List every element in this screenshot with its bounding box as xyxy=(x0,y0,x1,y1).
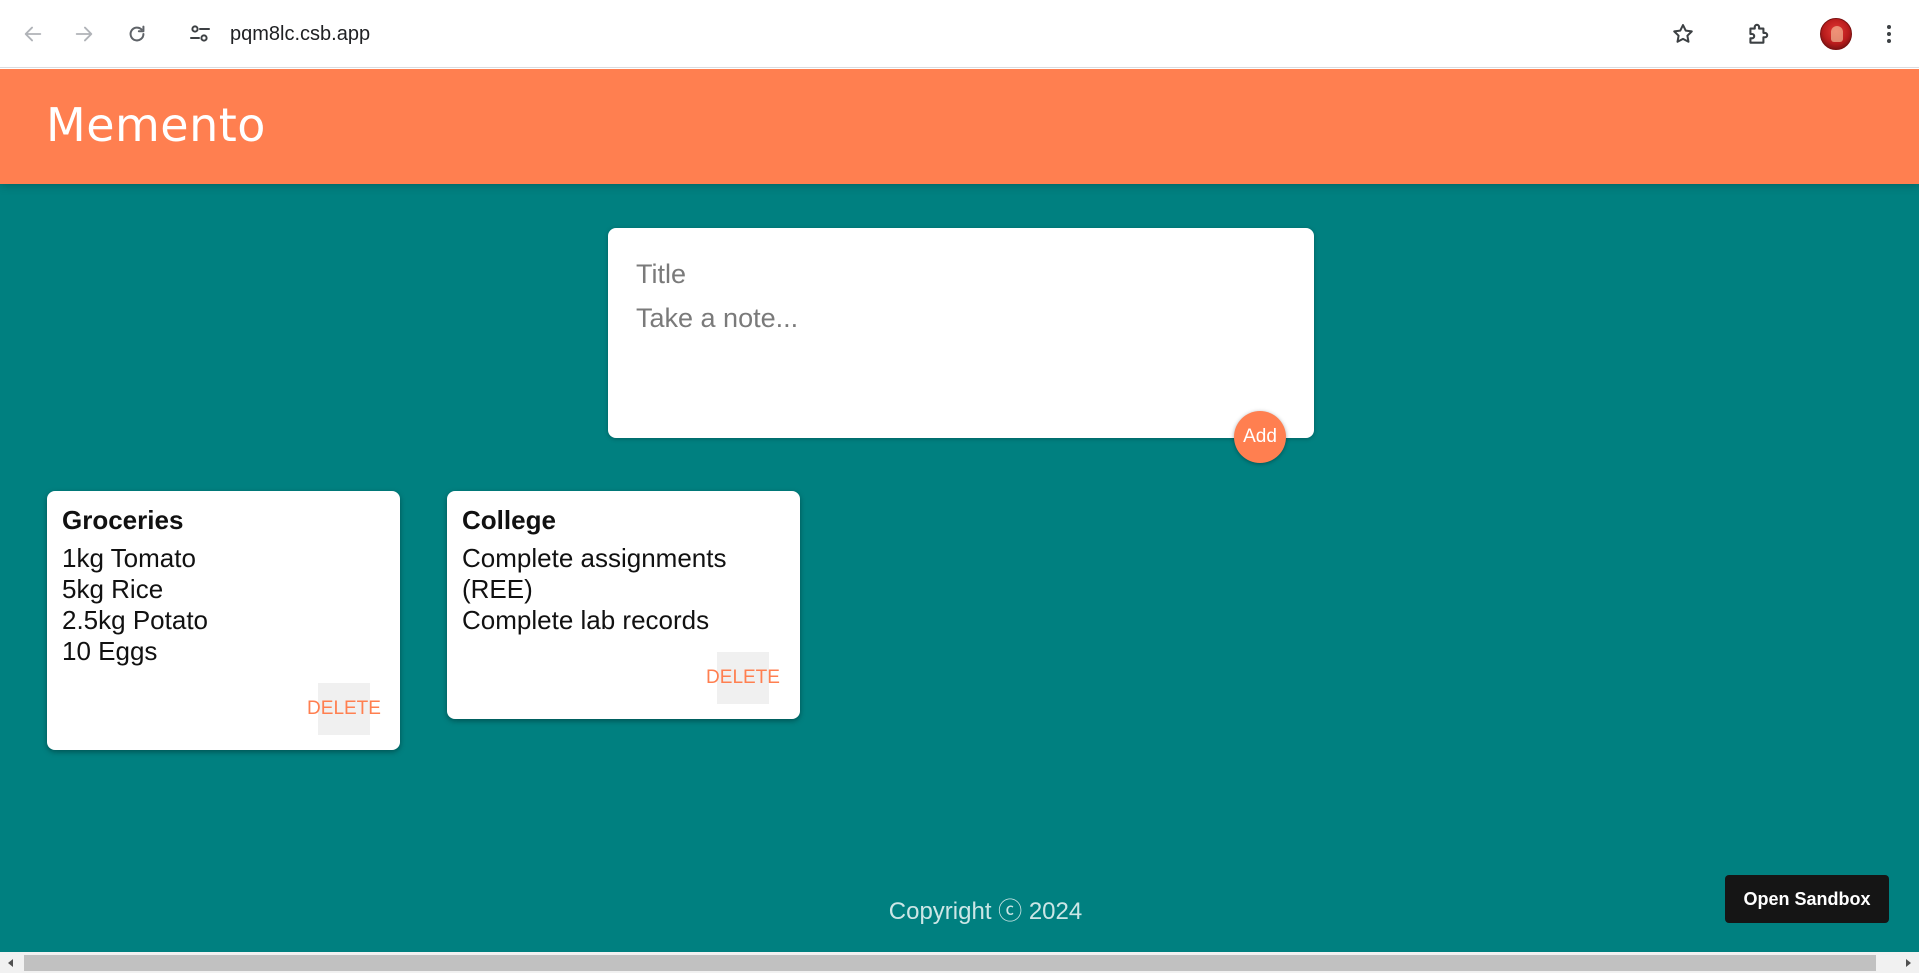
triangle-right-icon xyxy=(1906,958,1911,967)
note-line: 5kg Rice xyxy=(62,574,164,604)
note-line: 1kg Tomato xyxy=(62,543,196,573)
note-content: Complete assignments (REE) Complete lab … xyxy=(462,543,726,636)
bookmark-button[interactable] xyxy=(1663,14,1703,54)
browser-toolbar: pqm8lc.csb.app xyxy=(0,0,1919,68)
horizontal-scrollbar[interactable] xyxy=(0,952,1919,973)
app-page: Memento Add Groceries 1kg Tomato 5kg Ric… xyxy=(0,69,1919,952)
delete-note-button[interactable]: DELETE xyxy=(706,652,780,704)
note-line: 10 Eggs xyxy=(62,636,158,666)
tune-icon xyxy=(190,25,210,42)
note-card: Groceries 1kg Tomato 5kg Rice 2.5kg Pota… xyxy=(47,491,400,750)
puzzle-icon xyxy=(1749,23,1769,44)
site-info-button[interactable] xyxy=(186,20,214,48)
back-button[interactable] xyxy=(15,16,51,52)
address-bar-url[interactable]: pqm8lc.csb.app xyxy=(230,20,370,48)
scroll-left-arrow[interactable] xyxy=(0,952,22,973)
open-sandbox-button[interactable]: Open Sandbox xyxy=(1725,875,1889,923)
extensions-button[interactable] xyxy=(1738,14,1778,54)
note-title-input[interactable] xyxy=(636,256,1276,292)
note-line: (REE) xyxy=(462,574,533,604)
avatar xyxy=(1820,18,1852,50)
scrollbar-thumb[interactable] xyxy=(24,955,1876,971)
add-note-button[interactable]: Add xyxy=(1234,411,1286,463)
arrow-right-icon xyxy=(75,26,93,42)
delete-note-button[interactable]: DELETE xyxy=(307,683,381,735)
note-line: Complete assignments xyxy=(462,543,727,573)
reload-button[interactable] xyxy=(119,16,155,52)
create-note-form xyxy=(608,228,1314,438)
note-title: Groceries xyxy=(62,505,184,535)
copyright-text: Copyright ⓒ 2024 xyxy=(888,898,1083,925)
note-line: 2.5kg Potato xyxy=(62,605,208,635)
note-line: Complete lab records xyxy=(462,605,710,635)
profile-button[interactable] xyxy=(1816,14,1856,54)
app-header: Memento xyxy=(0,69,1919,184)
browser-menu-button[interactable] xyxy=(1869,14,1909,54)
scroll-right-arrow[interactable] xyxy=(1897,952,1919,973)
app-title: Memento xyxy=(46,98,266,152)
triangle-left-icon xyxy=(8,958,13,967)
kebab-menu-icon xyxy=(1887,25,1891,43)
star-icon xyxy=(1673,24,1693,43)
forward-button[interactable] xyxy=(66,16,102,52)
note-title: College xyxy=(462,505,556,535)
note-content: 1kg Tomato 5kg Rice 2.5kg Potato 10 Eggs xyxy=(62,543,208,667)
note-content-input[interactable] xyxy=(636,303,1276,403)
reload-icon xyxy=(129,25,145,42)
note-card: College Complete assignments (REE) Compl… xyxy=(447,491,800,719)
arrow-left-icon xyxy=(24,26,42,42)
